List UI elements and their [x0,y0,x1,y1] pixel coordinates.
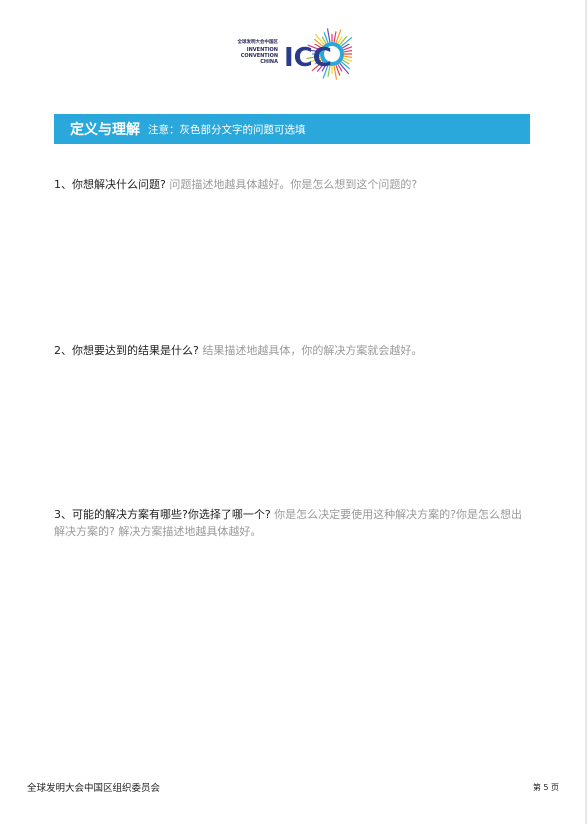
question-3: 3、可能的解决方案有哪些?你选择了哪一个? 你是怎么决定要使用这种解决方案的?你… [54,506,532,540]
section-note: 注意：灰色部分文字的问题可选填 [148,123,306,136]
logo-en-line-3: CHINA [260,59,278,65]
question-1-hint: 问题描述地越具体越好。你是怎么想到这个问题的? [165,178,418,191]
logo-ray [343,55,352,59]
question-2-text: 2、你想要达到的结果是什么? [54,344,199,357]
footer-page-number: 第 5 页 [532,783,559,792]
icc-logo: 全球发明大会中国区 INVENTION CONVENTION CHINA ICC [232,28,352,82]
question-1: 1、你想解决什么问题? 问题描述地越具体越好。你是怎么想到这个问题的? [54,176,532,193]
logo-ray [343,57,352,62]
section-header-bar: 定义与理解 注意：灰色部分文字的问题可选填 [54,114,530,144]
icc-logo-mark-icon: ICC [284,28,352,80]
logo-letters: ICC [284,43,332,73]
logo-ray [333,31,337,43]
logo-ray [333,65,338,80]
section-title: 定义与理解 [70,122,140,138]
footer-organization: 全球发明大会中国区组织委员会 [27,783,161,794]
question-2: 2、你想要达到的结果是什么? 结果描述地越具体，你的解决方案就会越好。 [54,342,532,359]
logo-cn-text: 全球发明大会中国区 [237,40,279,45]
question-3-text: 3、可能的解决方案有哪些?你选择了哪一个? [54,508,271,521]
logo-text: 全球发明大会中国区 INVENTION CONVENTION CHINA [232,40,279,65]
question-1-text: 1、你想解决什么问题? [54,178,166,191]
question-2-hint: 结果描述地越具体，你的解决方案就会越好。 [198,344,423,357]
logo-ray [326,28,331,43]
